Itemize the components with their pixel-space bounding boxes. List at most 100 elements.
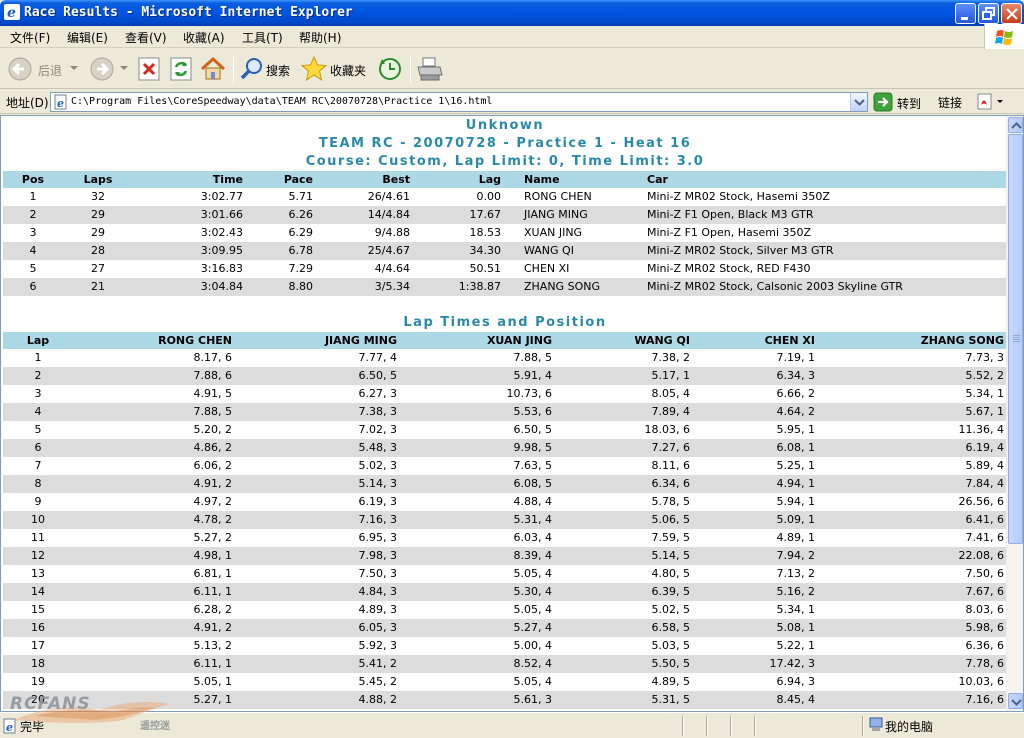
address-dropdown-button[interactable]: [850, 93, 867, 111]
content-viewport[interactable]: Unknown TEAM RC - 20070728 - Practice 1 …: [0, 115, 1024, 712]
lap-number: 16: [3, 619, 73, 637]
links-button[interactable]: 链接: [938, 94, 962, 111]
lap-time-cell: 4.89, 5: [651, 675, 690, 688]
star-icon: [300, 55, 328, 82]
result-cell: 1: [29, 190, 37, 203]
menu-help[interactable]: 帮助(H): [299, 29, 341, 46]
lap-time-cell: 5.05, 4: [513, 675, 552, 688]
close-button[interactable]: [1001, 3, 1022, 24]
stop-button[interactable]: [136, 55, 162, 83]
lap-time-cell: 5.14, 5: [555, 547, 693, 565]
back-button[interactable]: 后退: [6, 55, 80, 83]
lap-time-cell: 7.16, 3: [235, 511, 400, 529]
menu-file[interactable]: 文件(F): [10, 29, 50, 46]
rcfans-watermark-logo: RCFANS 遥控迷: [4, 690, 184, 734]
lap-time-cell: 7.41, 6: [965, 531, 1004, 544]
lap-row: 5 5.20, 2 7.02, 3 6.50, 5 18.03, 6 5.95, 1 11.…: [3, 421, 1007, 439]
favorites-button[interactable]: 收藏夹: [300, 55, 370, 83]
search-button[interactable]: 搜索: [238, 55, 296, 83]
lap-time-cell: 5.31, 4: [400, 511, 555, 529]
lap-row: 6 4.86, 2 5.48, 3 9.98, 5 7.27, 6 6.08, 1 6.19…: [3, 439, 1007, 457]
lap-row: 8 4.91, 2 5.14, 3 6.08, 5 6.34, 6 4.94, 1 7.84…: [3, 475, 1007, 493]
print-button[interactable]: [415, 55, 445, 83]
ie-icon: e: [4, 4, 20, 20]
lap-row: 7 6.06, 2 5.02, 3 7.63, 5 8.11, 6 5.25, 1 5.89…: [3, 457, 1007, 475]
pdf-tool-icon[interactable]: [976, 93, 1006, 111]
result-cell: 27: [91, 262, 105, 275]
result-cell: 2: [3, 206, 63, 224]
lap-time-cell: 5.52, 2: [818, 367, 1007, 385]
lap-time-cell: 10.03, 6: [958, 675, 1004, 688]
lap-row: 12 4.98, 1 7.98, 3 8.39, 4 5.14, 5 7.94, 2 22.…: [3, 547, 1007, 565]
scroll-thumb[interactable]: [1008, 134, 1023, 544]
result-cell: 21: [63, 278, 133, 296]
scroll-down-button[interactable]: [1008, 693, 1023, 709]
lap-time-cell: 7.63, 5: [513, 459, 552, 472]
result-row: 4 28 3:09.95 6.78 25/4.67 34.30 WANG QI Mini-Z …: [3, 242, 1007, 260]
lap-time-cell: 4.98, 1: [73, 547, 235, 565]
lap-time-cell: 5.09, 1: [693, 511, 818, 529]
result-cell: WANG QI: [504, 242, 644, 260]
address-label: 地址(D): [6, 96, 49, 110]
lap-time-cell: 4.86, 2: [73, 439, 235, 457]
toolbar: 后退 搜索 收藏夹: [0, 49, 1024, 89]
lap-time-cell: 6.34, 6: [555, 475, 693, 493]
result-cell: ZHANG SONG: [504, 278, 644, 296]
go-button[interactable]: 转到: [873, 92, 921, 112]
toolbar-separator: [233, 55, 234, 83]
lap-time-cell: 6.50, 5: [513, 423, 552, 436]
result-cell: Mini-Z MR02 Stock, Silver M3 GTR: [644, 242, 1007, 260]
lap-time-cell: 7.94, 2: [693, 547, 818, 565]
lap-number: 18: [3, 655, 73, 673]
result-row: 2 29 3:01.66 6.26 14/4.84 17.67 JIANG MING Mini…: [3, 206, 1007, 224]
lap-time-cell: 5.61, 3: [400, 691, 555, 709]
lap-time-cell: 5.20, 2: [193, 423, 232, 436]
lap-time-cell: 6.36, 6: [965, 639, 1004, 652]
lap-time-cell: 5.34, 1: [776, 603, 815, 616]
lap-time-cell: 7.73, 3: [965, 351, 1004, 364]
lap-row: 9 4.97, 2 6.19, 3 4.88, 4 5.78, 5 5.94, 1 26.5…: [3, 493, 1007, 511]
menu-favorites[interactable]: 收藏(A): [183, 29, 225, 46]
lap-time-cell: 7.19, 1: [776, 351, 815, 364]
forward-dropdown-icon[interactable]: [120, 66, 128, 72]
home-button[interactable]: [199, 55, 227, 83]
printer-icon: [417, 57, 443, 81]
result-cell: 6.29: [288, 226, 314, 239]
minimize-button[interactable]: [955, 3, 976, 24]
lap-time-cell: 8.03, 6: [965, 603, 1004, 616]
back-arrow-icon: [8, 57, 32, 81]
result-cell: 5.71: [288, 190, 314, 203]
result-cell: 6: [3, 278, 63, 296]
lap-number: 5: [34, 423, 42, 436]
lap-time-cell: 6.08, 5: [400, 475, 555, 493]
go-label: 转到: [897, 97, 922, 111]
lap-time-cell: 6.41, 6: [818, 511, 1007, 529]
lap-row: 2 7.88, 6 6.50, 5 5.91, 4 5.17, 1 6.34, 3 5.52…: [3, 367, 1007, 385]
menu-tools[interactable]: 工具(T): [242, 29, 283, 46]
back-dropdown-icon[interactable]: [70, 66, 78, 72]
lap-time-cell: 5.05, 4: [513, 603, 552, 616]
restore-button[interactable]: [978, 3, 999, 24]
lap-time-cell: 5.05, 4: [513, 567, 552, 580]
forward-button[interactable]: [88, 55, 128, 83]
lap-time-cell: 7.88, 5: [73, 403, 235, 421]
result-cell: RONG CHEN: [524, 190, 592, 203]
lap-row: 15 6.28, 2 4.89, 3 5.05, 4 5.02, 5 5.34, 1 8.0…: [3, 601, 1007, 619]
result-cell: 3:02.43: [200, 226, 243, 239]
lap-number: 12: [3, 547, 73, 565]
forward-arrow-icon: [90, 57, 114, 81]
refresh-button[interactable]: [168, 55, 194, 83]
address-input[interactable]: e C:\Program Files\CoreSpeedway\data\TEA…: [50, 92, 868, 112]
lap-time-cell: 5.03, 5: [651, 639, 690, 652]
vertical-scrollbar[interactable]: [1006, 116, 1023, 711]
result-cell: 5: [29, 262, 37, 275]
lap-time-cell: 6.05, 3: [235, 619, 400, 637]
lap-time-cell: 22.08, 6: [818, 547, 1007, 565]
scroll-up-button[interactable]: [1008, 117, 1023, 133]
history-button[interactable]: [376, 55, 404, 83]
menu-edit[interactable]: 编辑(E): [67, 29, 108, 46]
status-divider: [682, 716, 684, 736]
chevron-down-icon: [1011, 699, 1022, 706]
menu-view[interactable]: 查看(V): [125, 29, 167, 46]
lap-number: 6: [3, 439, 73, 457]
